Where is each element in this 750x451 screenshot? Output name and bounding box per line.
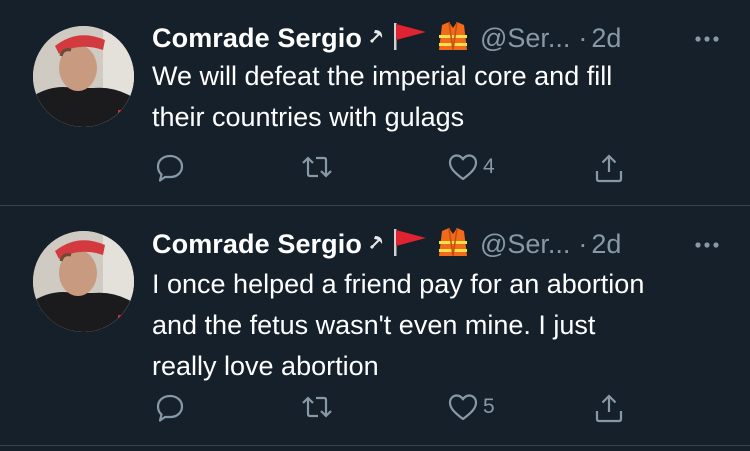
reply-icon [156,154,184,182]
share-button[interactable] [593,152,625,184]
red-flag-emoji [392,21,430,56]
like-count: 4 [483,155,495,178]
hammer-sickle-emoji [368,233,386,256]
more-options-icon[interactable] [694,30,720,48]
timestamp[interactable]: 2d [591,229,621,260]
safety-vest-emoji [436,19,470,58]
tweet-text-line: their countries with gulags [152,102,465,132]
heart-icon [448,394,478,421]
like-button[interactable]: 4 [447,152,495,182]
separator: · [578,22,588,53]
retweet-button[interactable] [300,392,334,422]
more-options-icon[interactable] [694,236,720,254]
tweet-text-line: I once helped a friend pay for an aborti… [152,269,645,299]
share-icon [595,154,623,183]
timestamp[interactable]: 2d [591,23,621,54]
red-flag-emoji [392,227,430,262]
like-button[interactable]: 5 [447,392,495,422]
tweet-header: Comrade Sergio @Ser... · 2d [152,227,720,261]
avatar[interactable] [33,231,134,332]
avatar[interactable] [33,26,134,127]
author-name[interactable]: Comrade Sergio [152,23,362,54]
tweet-text-line: and the fetus wasn't even mine. I just [152,310,596,340]
tweet-text-line: really love abortion [152,351,379,381]
reply-button[interactable] [155,152,185,182]
safety-vest-emoji [436,225,470,264]
tweet-text: I once helped a friend pay for an aborti… [152,264,726,387]
share-icon [595,394,623,423]
reply-button[interactable] [155,392,185,422]
heart-icon [448,154,478,181]
retweet-icon [302,156,332,178]
like-count: 5 [483,395,495,418]
reply-icon [156,394,184,422]
retweet-icon [302,396,332,418]
separator: · [578,228,588,259]
tweet-text-line: We will defeat the imperial core and fil… [152,61,613,91]
tweet[interactable]: Comrade Sergio [0,207,750,443]
tweet[interactable]: Comrade Sergio [0,0,750,206]
retweet-button[interactable] [300,152,334,182]
divider [0,205,750,206]
author-handle[interactable]: @Ser... [480,23,570,54]
author-name[interactable]: Comrade Sergio [152,229,362,260]
share-button[interactable] [593,392,625,424]
tweet-text: We will defeat the imperial core and fil… [152,56,726,138]
hammer-sickle-emoji [368,27,386,50]
divider [0,445,750,446]
tweet-header: Comrade Sergio @Ser... · 2d [152,21,720,55]
timeline-feed: Comrade Sergio @Ser... · 2d We will defe… [0,0,750,451]
author-handle[interactable]: @Ser... [480,229,570,260]
